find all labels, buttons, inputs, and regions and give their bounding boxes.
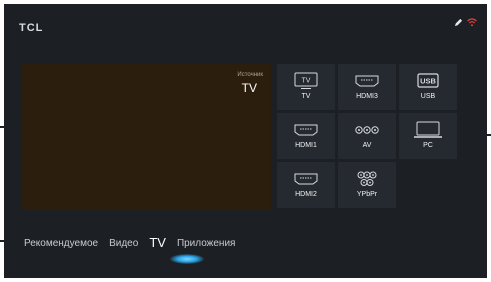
source-tile-usb[interactable]: USB USB (399, 64, 457, 110)
hdmi-icon (293, 121, 319, 139)
source-grid: TV TV HDMI3 USB USB HDMI1 AV PC HDMI2 YP… (277, 64, 457, 210)
pencil-icon (454, 18, 463, 27)
source-label-usb: USB (420, 93, 436, 100)
wifi-icon (467, 18, 477, 27)
source-label-ypbpr: YPbPr (356, 191, 378, 198)
source-label-tv: TV (301, 93, 311, 100)
active-tab-indicator (170, 254, 204, 264)
av-icon (354, 121, 380, 139)
tab-tv[interactable]: TV (149, 235, 166, 250)
status-bar (454, 18, 477, 27)
usb-icon-text: USB (420, 77, 436, 86)
tv-icon: TV (293, 72, 319, 90)
source-caption: Источник (237, 72, 263, 78)
pc-icon (413, 121, 443, 139)
tab-recommended[interactable]: Рекомендуемое (24, 238, 98, 253)
source-tile-av[interactable]: AV (338, 113, 396, 159)
source-tile-tv[interactable]: TV TV (277, 64, 335, 110)
source-label-av: AV (362, 142, 372, 149)
source-label-hdmi1: HDMI1 (295, 142, 317, 149)
brand-logo: TCL (19, 22, 44, 34)
tv-icon-text: TV (302, 78, 311, 85)
tab-video[interactable]: Видео (109, 238, 138, 253)
main-tabs: Рекомендуемое Видео TV Приложения (24, 235, 246, 253)
source-label-hdmi2: HDMI2 (295, 191, 317, 198)
source-tile-hdmi1[interactable]: HDMI1 (277, 113, 335, 159)
tab-apps[interactable]: Приложения (177, 238, 236, 253)
source-tile-ypbpr[interactable]: YPbPr (338, 162, 396, 208)
source-tile-hdmi2[interactable]: HDMI2 (277, 162, 335, 208)
source-label-hdmi3: HDMI3 (356, 93, 378, 100)
hdmi-icon (354, 72, 380, 90)
tv-screen: TCL Источник TV TV TV HDMI3 USB USB HDMI… (4, 4, 487, 278)
usb-icon: USB (415, 72, 441, 90)
source-tile-hdmi3[interactable]: HDMI3 (338, 64, 396, 110)
source-tile-pc[interactable]: PC (399, 113, 457, 159)
current-source: TV (241, 81, 257, 95)
ypbpr-icon (354, 170, 380, 188)
source-label-pc: PC (423, 142, 433, 149)
tv-preview-window[interactable]: Источник TV (22, 64, 271, 210)
hdmi-icon (293, 170, 319, 188)
